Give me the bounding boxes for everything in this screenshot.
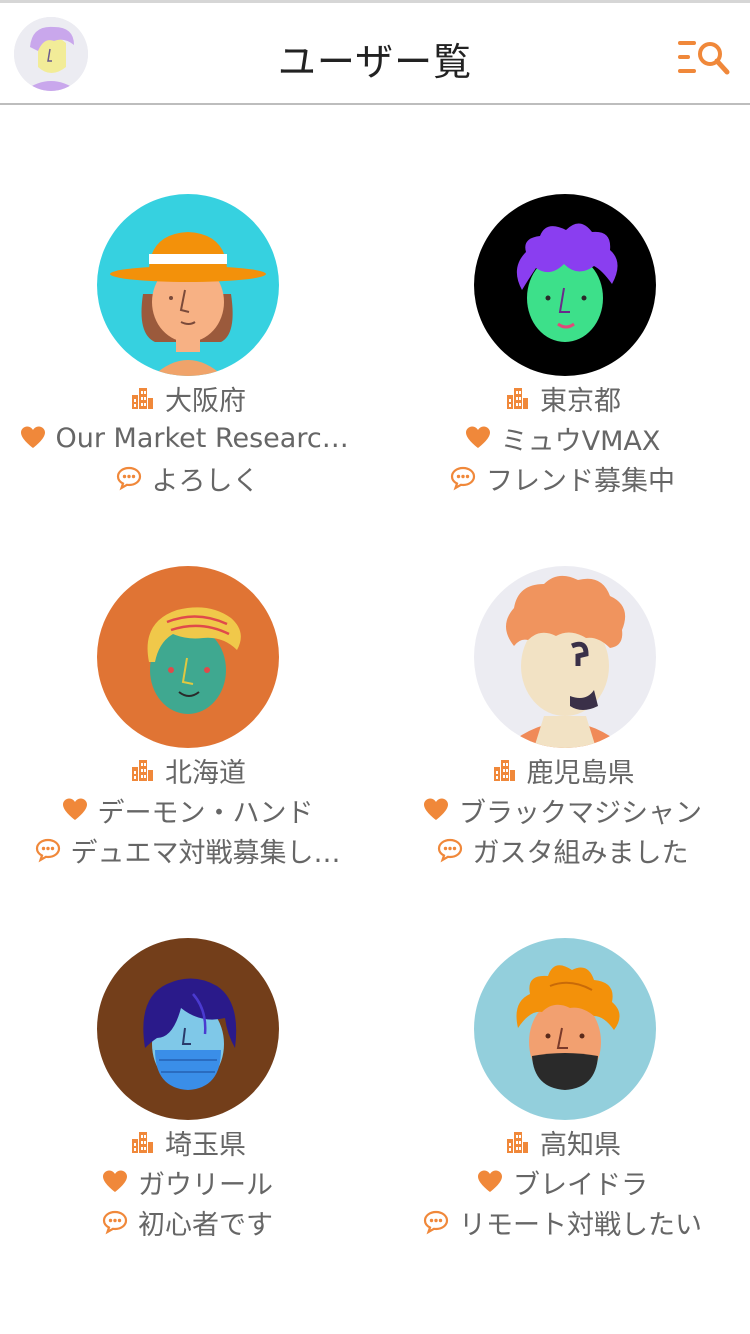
favorite-label: Our Market Research…	[55, 422, 356, 454]
user-avatar-icon	[474, 566, 656, 748]
speech-bubble-icon	[102, 1209, 128, 1235]
favorite-row: ブラックマジシャン	[375, 790, 750, 830]
heart-icon	[477, 1169, 503, 1195]
prefecture-row: 鹿児島県	[375, 750, 750, 790]
favorite-label: ブレイドラ	[513, 1169, 648, 1201]
app-header: ユーザー覧	[0, 3, 750, 105]
user-card[interactable]: 東京都 ミュウVMAX フレンド募集中	[375, 106, 750, 497]
user-info: 高知県 ブレイドラ リモート対戦したい	[375, 1122, 750, 1242]
page-title: ユーザー覧	[277, 40, 473, 84]
heart-icon	[465, 425, 491, 451]
favorite-row: ガウリール	[0, 1162, 375, 1202]
speech-bubble-icon	[423, 1209, 449, 1235]
heart-icon	[20, 425, 46, 451]
user-avatar-icon	[97, 194, 279, 376]
user-card[interactable]: 北海道 デーモン・ハンド デュエマ対戦募集し…	[0, 478, 375, 869]
favorite-label: デーモン・ハンド	[97, 797, 314, 829]
heart-icon	[102, 1169, 128, 1195]
user-card[interactable]: 大阪府 Our Market Research… よろしく	[0, 106, 375, 497]
message-label: 初心者です	[138, 1209, 273, 1241]
favorite-row: ブレイドラ	[375, 1162, 750, 1202]
message-row: リモート対戦したい	[375, 1202, 750, 1242]
prefecture-label: 鹿児島県	[526, 757, 635, 789]
filter-search-button[interactable]	[676, 37, 732, 77]
favorite-label: ミュウVMAX	[500, 425, 661, 457]
building-icon	[491, 757, 517, 783]
user-avatar[interactable]	[474, 566, 656, 748]
prefecture-label: 埼玉県	[165, 1129, 246, 1161]
favorite-label: ブラックマジシャン	[459, 797, 702, 829]
message-row: 初心者です	[0, 1202, 375, 1242]
user-avatar[interactable]	[97, 566, 279, 748]
building-icon	[129, 1129, 155, 1155]
prefecture-label: 北海道	[165, 757, 246, 789]
user-card[interactable]: 鹿児島県 ブラックマジシャン ガスタ組みました	[375, 478, 750, 869]
prefecture-row: 高知県	[375, 1122, 750, 1162]
menu-search-icon	[678, 41, 730, 75]
building-icon	[504, 1129, 530, 1155]
message-label: リモート対戦したい	[459, 1209, 702, 1241]
prefecture-label: 東京都	[540, 385, 621, 417]
user-avatar-icon	[474, 938, 656, 1120]
prefecture-row: 大阪府	[0, 378, 375, 418]
user-avatar[interactable]	[97, 194, 279, 376]
favorite-row: Our Market Research…	[0, 418, 375, 458]
user-avatar[interactable]	[474, 938, 656, 1120]
heart-icon	[62, 797, 88, 823]
user-card[interactable]: 高知県 ブレイドラ リモート対戦したい	[375, 850, 750, 1241]
user-avatar[interactable]	[97, 938, 279, 1120]
favorite-label: ガウリール	[138, 1169, 273, 1201]
user-card[interactable]: 埼玉県 ガウリール 初心者です	[0, 850, 375, 1241]
prefecture-row: 東京都	[375, 378, 750, 418]
building-icon	[129, 385, 155, 411]
user-avatar[interactable]	[474, 194, 656, 376]
building-icon	[129, 757, 155, 783]
building-icon	[504, 385, 530, 411]
prefecture-row: 北海道	[0, 750, 375, 790]
favorite-row: デーモン・ハンド	[0, 790, 375, 830]
user-avatar-icon	[97, 566, 279, 748]
user-info: 埼玉県 ガウリール 初心者です	[0, 1122, 375, 1242]
user-avatar-icon	[474, 194, 656, 376]
favorite-row: ミュウVMAX	[375, 418, 750, 458]
prefecture-row: 埼玉県	[0, 1122, 375, 1162]
user-avatar-icon	[97, 938, 279, 1120]
prefecture-label: 高知県	[540, 1129, 621, 1161]
prefecture-label: 大阪府	[165, 385, 246, 417]
heart-icon	[423, 797, 449, 823]
